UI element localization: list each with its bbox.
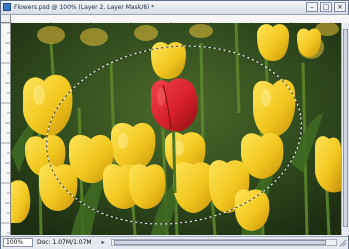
vertical-scrollbar[interactable] xyxy=(341,23,349,235)
status-menu-arrow-icon[interactable]: ▸ xyxy=(99,238,107,247)
vertical-scrollbar-thumb[interactable] xyxy=(343,29,348,227)
horizontal-scrollbar-thumb[interactable] xyxy=(114,240,326,245)
window-controls: – □ × xyxy=(306,2,346,12)
document-size-info: Doc: 1.07M/1.07M xyxy=(37,239,92,246)
zoom-field[interactable]: 100% xyxy=(3,238,33,247)
minimize-button[interactable]: – xyxy=(306,2,318,12)
close-button[interactable]: × xyxy=(334,2,346,12)
ruler-origin[interactable] xyxy=(1,15,11,23)
maximize-button[interactable]: □ xyxy=(320,2,332,12)
vertical-ruler[interactable] xyxy=(1,23,11,235)
title-bar[interactable]: Flowers.psd @ 100% (Layer 2, Layer Mask/… xyxy=(1,1,348,15)
document-window: Flowers.psd @ 100% (Layer 2, Layer Mask/… xyxy=(0,0,349,249)
window-title: Flowers.psd @ 100% (Layer 2, Layer Mask/… xyxy=(14,4,155,11)
resize-grip-icon[interactable] xyxy=(339,239,347,247)
image-canvas[interactable] xyxy=(11,23,341,235)
horizontal-scrollbar[interactable] xyxy=(111,239,337,246)
vertical-ruler-ticks xyxy=(1,23,10,234)
status-bar: 100% Doc: 1.07M/1.07M ▸ xyxy=(1,236,348,249)
document-icon xyxy=(3,3,11,11)
tulip-photo xyxy=(11,23,341,235)
